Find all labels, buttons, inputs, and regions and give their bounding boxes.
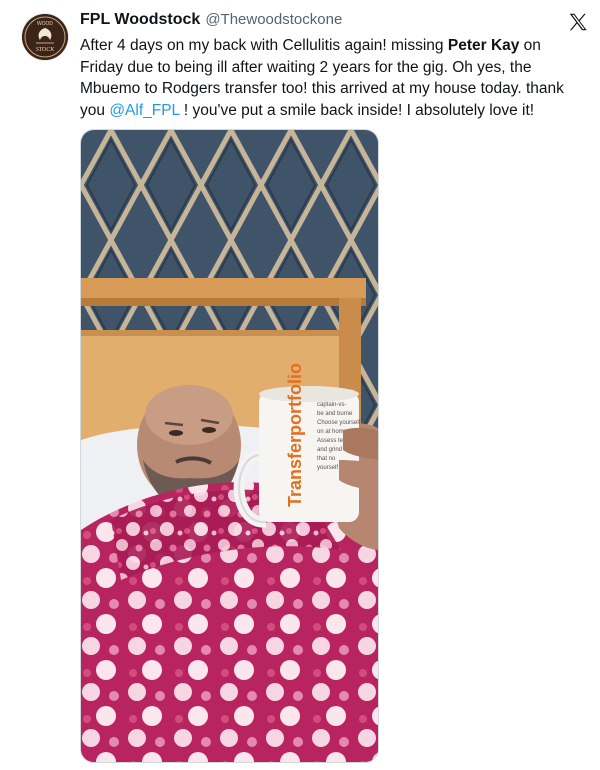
- tweet-text-bold-name: Peter Kay: [447, 37, 520, 54]
- tweet: WOOD STOCK FPL Woodstock @Thewoodstockon…: [0, 0, 600, 770]
- tweet-text-part1: After 4 days on my back with Cellulitis …: [80, 37, 448, 54]
- mug-line: Choose yourself: [317, 420, 361, 426]
- tweet-text-part3: ! you've put a smile back inside! I abso…: [179, 101, 535, 119]
- mug-line: yourself: [317, 465, 338, 471]
- tweet-text: After 4 days on my back with Cellulitis …: [80, 35, 580, 121]
- avatar-text-bottom: STOCK: [36, 47, 56, 53]
- tweet-header: FPL Woodstock @Thewoodstockone: [80, 11, 342, 29]
- tweet-photo[interactable]: Transferportfolio captain-vs- be and bur…: [80, 129, 379, 763]
- mug-line: and grind: [317, 447, 342, 453]
- woodstock-logo-icon: WOOD STOCK: [22, 14, 68, 60]
- avatar-text-top: WOOD: [37, 21, 53, 27]
- mug-line: be and burne: [317, 411, 353, 417]
- mug-brand-text: Transferportfolio: [285, 363, 305, 507]
- mug-line: that no: [317, 456, 336, 462]
- photo-illustration: Transferportfolio captain-vs- be and bur…: [81, 130, 378, 762]
- mention-link[interactable]: @Alf_FPL: [109, 102, 179, 119]
- author-name[interactable]: FPL Woodstock: [80, 11, 200, 29]
- mug-line: captain-vs-: [317, 402, 346, 408]
- author-handle[interactable]: @Thewoodstockone: [205, 11, 342, 28]
- x-logo-icon[interactable]: [567, 11, 589, 33]
- avatar[interactable]: WOOD STOCK: [22, 14, 68, 60]
